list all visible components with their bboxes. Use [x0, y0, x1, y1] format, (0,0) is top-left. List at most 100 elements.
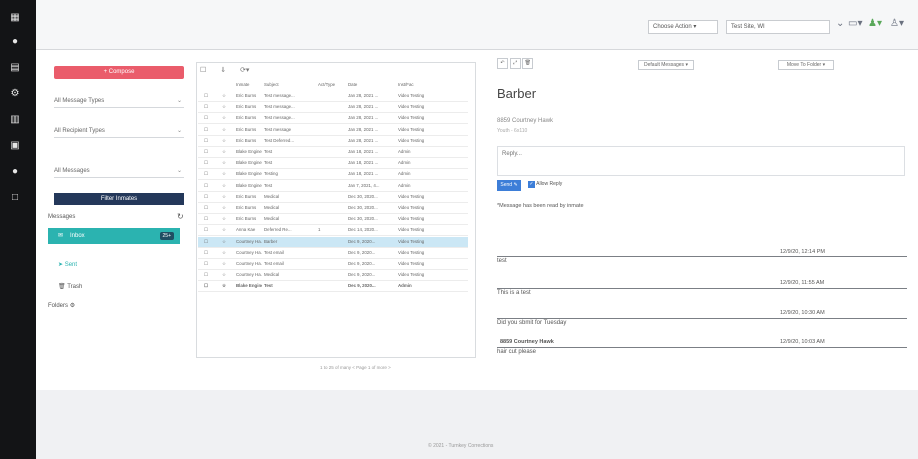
folders-heading[interactable]: Folders ⚙: [48, 302, 75, 309]
row-checkbox[interactable]: ☐: [204, 239, 214, 245]
edit-icon: ✎: [513, 182, 518, 188]
chart-icon[interactable]: ▥: [9, 114, 21, 126]
recipient-types-select[interactable]: All Recipient Types ⌄: [54, 124, 184, 138]
row-checkbox[interactable]: ☐: [204, 183, 214, 189]
compose-button[interactable]: + Compose: [54, 66, 184, 79]
column-header[interactable]: Inst/Fac: [398, 82, 438, 87]
expand-icon[interactable]: ⤢: [509, 58, 521, 69]
choose-action-select[interactable]: Choose Action ▾: [648, 20, 718, 34]
user-icon[interactable]: ♙▾: [890, 18, 904, 29]
table-row[interactable]: ☐ ☆ Eric Burns Test message Jan 28, 2021 ...…: [198, 125, 468, 135]
default-messages-select[interactable]: Default Messages ▾: [638, 60, 694, 70]
table-row[interactable]: ☐ ☆ Courtney Ha... Test email Dec 9, 2020...…: [198, 259, 468, 269]
thread-time: 12/9/20, 11:55 AM: [780, 280, 825, 286]
chat-icon[interactable]: ●: [9, 166, 21, 178]
table-pager[interactable]: 1 to 25 of many < Page 1 of more >: [320, 365, 391, 370]
refresh-icon[interactable]: ⟳▾: [240, 67, 249, 74]
table-row[interactable]: ☐ ☆ Eric Burns Medical Dec 30, 2020... Video …: [198, 214, 468, 224]
table-row[interactable]: ☐ ☆ Blake Engine Test Jan 18, 2021 ... Admin: [198, 147, 468, 157]
message-types-select[interactable]: All Message Types ⌄: [54, 94, 184, 108]
thread-divider: [497, 318, 907, 319]
row-checkbox[interactable]: ☐: [204, 272, 214, 278]
reply-textarea[interactable]: [497, 146, 905, 176]
star-icon[interactable]: ☆: [222, 115, 232, 121]
row-checkbox[interactable]: ☐: [204, 283, 214, 289]
row-checkbox[interactable]: ☐: [204, 93, 214, 99]
table-cell: Courtney Ha...: [236, 249, 262, 255]
star-icon[interactable]: ☆: [222, 183, 232, 189]
table-row[interactable]: ☐ ☆ Eric Burns Test message... Jan 28, 2021 …: [198, 113, 468, 123]
sidebar-item-trash[interactable]: 🗑 Trash: [58, 283, 82, 290]
row-checkbox[interactable]: ☐: [204, 261, 214, 267]
doc-icon[interactable]: ▣: [9, 140, 21, 152]
table-row[interactable]: ☐ ☆ Blake Engine Test Jan 7, 2021, 4... Admin: [198, 181, 468, 191]
select-all-checkbox[interactable]: ☐: [200, 67, 206, 74]
download-icon[interactable]: ⇓: [220, 67, 226, 74]
table-row[interactable]: ☐ ☆ Eric Burns Test Deferred... Jan 28, 2021…: [198, 136, 468, 146]
row-checkbox[interactable]: ☐: [204, 160, 214, 166]
star-icon[interactable]: ☆: [222, 104, 232, 110]
row-checkbox[interactable]: ☐: [204, 127, 214, 133]
table-row[interactable]: ☐ ☆ Blake Engine Test Dec 9, 2020... Admin: [198, 281, 468, 291]
table-row[interactable]: ☐ ☆ Eric Burns Test message... Jan 28, 2021 …: [198, 91, 468, 101]
table-row[interactable]: ☐ ☆ Blake Engine Test Jan 18, 2021 ... Admin: [198, 158, 468, 168]
dot-icon[interactable]: ●: [9, 36, 21, 48]
panel-icon[interactable]: ▤: [9, 62, 21, 74]
row-checkbox[interactable]: ☐: [204, 194, 214, 200]
star-icon[interactable]: ☆: [222, 261, 232, 267]
column-header[interactable]: Inmate: [236, 82, 262, 87]
sidebar-item-inbox[interactable]: ✉ Inbox 25+: [48, 228, 180, 244]
grid-icon[interactable]: ▦: [9, 12, 21, 24]
star-icon[interactable]: ☆: [222, 283, 232, 289]
row-checkbox[interactable]: ☐: [204, 115, 214, 121]
messages-filter-select[interactable]: All Messages ⌄: [54, 164, 184, 178]
send-button[interactable]: Send ✎: [497, 180, 521, 191]
settings-icon[interactable]: ⚙: [9, 88, 21, 100]
move-to-folder-select[interactable]: Move To Folder ▾: [778, 60, 834, 70]
allow-reply-toggle[interactable]: ✓ Allow Reply: [528, 181, 562, 188]
reply-icon[interactable]: ↶: [497, 58, 508, 69]
table-row[interactable]: ☐ ☆ Eric Burns Test message... Jan 28, 2021 …: [198, 102, 468, 112]
star-icon[interactable]: ☆: [222, 149, 232, 155]
star-icon[interactable]: ☆: [222, 194, 232, 200]
table-row[interactable]: ☐ ☆ Courtney Ha... Test email Dec 9, 2020...…: [198, 248, 468, 258]
table-row[interactable]: ☐ ☆ Eric Burns Medical Dec 30, 2020... Video …: [198, 203, 468, 213]
column-header[interactable]: Act/Type: [318, 82, 342, 87]
refresh-icon[interactable]: ↻: [177, 212, 184, 221]
box-icon[interactable]: □: [9, 192, 21, 204]
star-icon[interactable]: ☆: [222, 239, 232, 245]
star-icon[interactable]: ☆: [222, 216, 232, 222]
sidebar-item-sent[interactable]: ➤ Sent: [58, 261, 77, 268]
row-checkbox[interactable]: ☐: [204, 104, 214, 110]
row-checkbox[interactable]: ☐: [204, 138, 214, 144]
user-plus-icon[interactable]: ♟▾: [868, 18, 882, 29]
row-checkbox[interactable]: ☐: [204, 171, 214, 177]
column-header[interactable]: Date: [348, 82, 394, 87]
row-checkbox[interactable]: ☐: [204, 227, 214, 233]
row-checkbox[interactable]: ☐: [204, 205, 214, 211]
star-icon[interactable]: ☆: [222, 205, 232, 211]
table-row[interactable]: ☐ ☆ Courtney Ha... Medical Dec 9, 2020... Vid…: [198, 270, 468, 280]
row-checkbox[interactable]: ☐: [204, 250, 214, 256]
star-icon[interactable]: ☆: [222, 138, 232, 144]
table-row[interactable]: ☐ ☆ Anna Kae Deferred Re... 1 Dec 14, 2020...…: [198, 225, 468, 235]
dropdown-icon[interactable]: ⌄: [836, 18, 844, 29]
table-row[interactable]: ☐ ☆ Eric Burns Medical Dec 30, 2020... Video …: [198, 192, 468, 202]
monitor-icon[interactable]: ▭▾: [848, 18, 862, 29]
table-row[interactable]: ☐ ☆ Courtney Ha... Barber Dec 9, 2020... Vide…: [198, 236, 468, 247]
star-icon[interactable]: ☆: [222, 160, 232, 166]
row-checkbox[interactable]: ☐: [204, 149, 214, 155]
star-icon[interactable]: ☆: [222, 250, 232, 256]
site-select[interactable]: Test Site, WI: [726, 20, 830, 34]
filter-inmates-button[interactable]: Filter Inmates: [54, 193, 184, 205]
table-row[interactable]: ☐ ☆ Blake Engine Testing Jan 18, 2021 ... Adm…: [198, 169, 468, 179]
table-cell: Eric Burns: [236, 205, 257, 210]
star-icon[interactable]: ☆: [222, 93, 232, 99]
star-icon[interactable]: ☆: [222, 171, 232, 177]
column-header[interactable]: Subject: [264, 82, 314, 87]
star-icon[interactable]: ☆: [222, 127, 232, 133]
star-icon[interactable]: ☆: [222, 272, 232, 278]
star-icon[interactable]: ☆: [222, 227, 232, 233]
delete-icon[interactable]: 🗑: [522, 58, 534, 69]
row-checkbox[interactable]: ☐: [204, 216, 214, 222]
